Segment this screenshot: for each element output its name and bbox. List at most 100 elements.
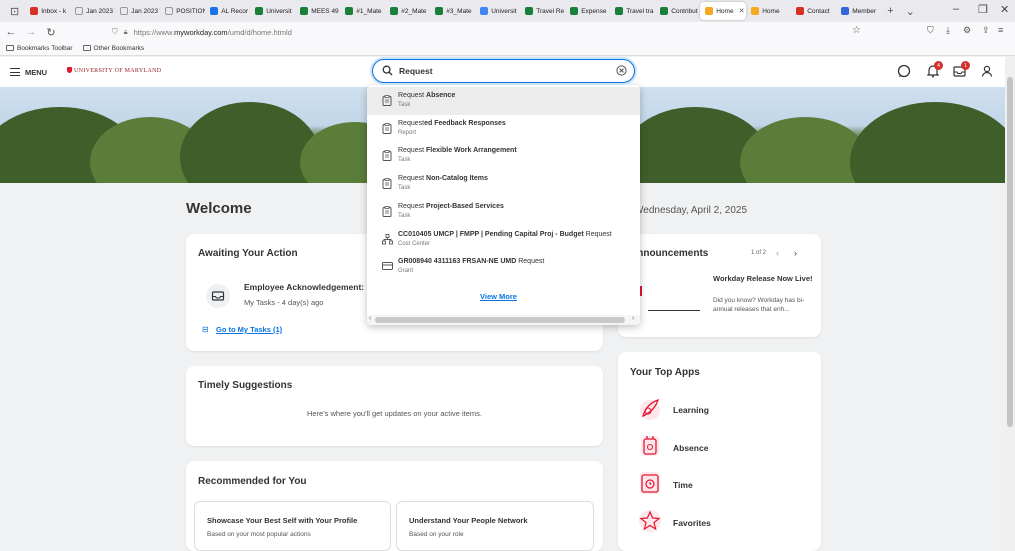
profile-icon[interactable] [981, 64, 993, 81]
clear-search-icon[interactable] [616, 65, 627, 76]
browser-tab[interactable]: Jan 2023 Tab [70, 2, 115, 20]
browser-tab[interactable]: MEES 49 [295, 2, 340, 20]
dropdown-scrollbar-thumb[interactable] [375, 317, 625, 323]
search-suggestion[interactable]: Requested Feedback Responses Report [367, 115, 640, 143]
suggestion-title: Request Flexible Work Arrangement [398, 147, 517, 154]
tab-label: AL Recor [221, 7, 249, 15]
search-input[interactable] [399, 64, 599, 78]
shield-icon[interactable]: ⛉ [112, 27, 118, 37]
task-icon [382, 122, 392, 137]
recommendation-card-profile[interactable]: Showcase Your Best Self with Your Profil… [194, 501, 391, 551]
browser-tab[interactable]: Contact [791, 2, 836, 20]
inbox-icon[interactable]: 1 [953, 61, 970, 81]
app-favorites[interactable]: Favorites [673, 518, 711, 528]
tab-favicon-icon [165, 7, 174, 15]
browser-tab[interactable]: Inbox - k [25, 2, 70, 20]
search-suggestion[interactable]: Request Non-Catalog Items Task [367, 170, 640, 198]
scroll-right-icon[interactable]: › [632, 315, 634, 322]
suggestion-type: Task [398, 212, 411, 219]
next-announcement-icon[interactable]: › [794, 248, 797, 258]
download-icon[interactable]: ⤓ [946, 25, 950, 36]
share-icon[interactable]: ⇪ [982, 25, 990, 36]
other-bookmarks-item[interactable]: Other Bookmarks [82, 45, 144, 52]
announcement-title[interactable]: Workday Release Now Live! [713, 274, 813, 284]
new-tab-button[interactable]: + [881, 5, 899, 17]
app-learning[interactable]: Learning [673, 405, 709, 415]
scroll-left-icon[interactable]: ‹ [369, 315, 371, 322]
close-tab-icon[interactable]: ✕ [739, 7, 745, 15]
org-chart-icon [382, 233, 393, 248]
recommendation-title: Understand Your People Network [409, 516, 528, 525]
tab-favicon-icon [751, 7, 760, 15]
reload-icon[interactable]: ↻ [44, 26, 58, 39]
view-more-link[interactable]: View More [367, 292, 630, 301]
suggestion-text: GR008940 4311163 FRSAN-NE UMD [398, 258, 519, 266]
menu-icon[interactable] [10, 68, 20, 76]
notifications-icon[interactable]: 4 [926, 61, 943, 81]
browser-tab[interactable]: Universit [475, 2, 520, 20]
dropdown-horizontal-scrollbar[interactable]: ‹ › [367, 315, 640, 325]
suggestion-match: Absence [426, 92, 456, 99]
browser-tab[interactable]: Contribut [655, 2, 700, 20]
time-icon[interactable] [638, 470, 662, 496]
browser-tab[interactable]: #3_Mate [430, 2, 475, 20]
restore-icon[interactable]: ❐ [978, 3, 988, 16]
minimize-icon[interactable]: – [953, 3, 959, 15]
browser-tab[interactable]: #1_Mate [340, 2, 385, 20]
announcement-thumbnail[interactable] [638, 276, 702, 312]
recommendation-card-network[interactable]: Understand Your People Network Based on … [396, 501, 594, 551]
search-suggestion[interactable]: CC010405 UMCP | FMPP | Pending Capital P… [367, 226, 640, 254]
extensions-icon[interactable]: ⚙ [963, 25, 971, 36]
tab-overview-icon[interactable]: ⊡ [4, 5, 25, 18]
tab-list-icon[interactable]: ⌄ [900, 5, 921, 18]
app-absence[interactable]: Absence [673, 443, 708, 453]
browser-tab[interactable]: Jan 2023 Tab [115, 2, 160, 20]
inbox-badge: 1 [961, 61, 970, 70]
close-window-icon[interactable]: ✕ [1000, 3, 1009, 16]
menu-button[interactable]: MENU [25, 68, 47, 77]
scrollbar-thumb[interactable] [1007, 77, 1013, 427]
browser-tab[interactable]: Expense [565, 2, 610, 20]
back-icon[interactable]: ← [4, 26, 18, 38]
search-suggestion[interactable]: Request Absence Task [367, 87, 640, 115]
suggestion-text: Request [398, 92, 427, 99]
prev-announcement-icon[interactable]: ‹ [776, 248, 779, 258]
browser-tab[interactable]: #2_Mate [385, 2, 430, 20]
tab-favicon-icon [841, 7, 850, 15]
forward-icon[interactable]: → [24, 26, 38, 38]
url-bar[interactable]: ⛉ 🔒︎ https://www.myworkday.com/umd/d/hom… [112, 24, 872, 40]
task-title[interactable]: Employee Acknowledgement: Kris [244, 282, 383, 292]
tab-favicon-icon [75, 7, 84, 15]
browser-tab[interactable]: Home [746, 2, 791, 20]
learning-icon[interactable] [638, 396, 662, 422]
timely-suggestions-empty: Here's where you'll get updates on your … [306, 409, 483, 418]
search-suggestion[interactable]: Request Flexible Work Arrangement Task [367, 142, 640, 170]
global-search-box[interactable] [372, 59, 635, 83]
app-menu-icon[interactable]: ≡ [998, 25, 1003, 35]
browser-tab[interactable]: Member [836, 2, 881, 20]
browser-tab[interactable]: Universit [250, 2, 295, 20]
university-logo[interactable]: UNIVERSITY OF MARYLAND [67, 67, 161, 74]
browser-tab[interactable]: Travel tra [610, 2, 655, 20]
browser-tab[interactable]: Travel Re [520, 2, 565, 20]
page-scrollbar[interactable] [1005, 57, 1015, 551]
suggestion-type: Task [398, 157, 411, 164]
browser-tab[interactable]: AL Recor [205, 2, 250, 20]
go-to-my-tasks-link[interactable]: Go to My Tasks (1) [216, 325, 282, 334]
lock-icon[interactable]: 🔒︎ [124, 27, 128, 37]
bookmarks-toolbar-item[interactable]: Bookmarks Toolbar [6, 45, 73, 52]
browser-tab[interactable]: Home ✕ [700, 2, 747, 20]
tab-favicon-icon [660, 7, 669, 15]
suggestion-text: Request [398, 175, 427, 183]
search-suggestion[interactable]: GR008940 4311163 FRSAN-NE UMD Request Gra… [367, 253, 640, 281]
app-time[interactable]: Time [673, 480, 693, 490]
chat-icon[interactable] [897, 64, 911, 81]
browser-tab[interactable]: POSITION DI [160, 2, 205, 20]
tab-favicon-icon [390, 7, 399, 15]
task-icon [382, 178, 392, 192]
favorites-icon[interactable] [638, 508, 662, 534]
bookmark-star-icon[interactable]: ☆ [852, 25, 861, 36]
pocket-icon[interactable]: ⛉ [927, 25, 934, 36]
search-suggestion[interactable]: Request Project-Based Services Task [367, 198, 640, 226]
absence-icon[interactable] [638, 433, 662, 459]
